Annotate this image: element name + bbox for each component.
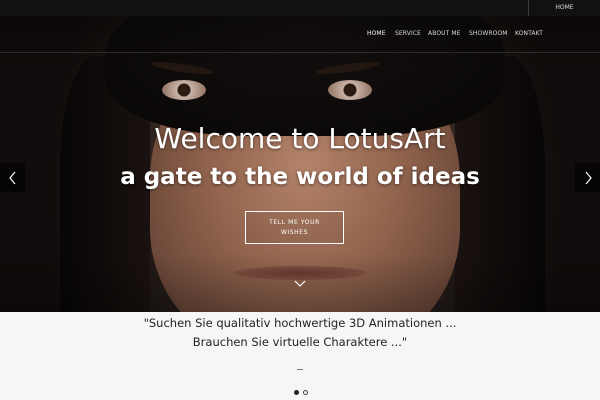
nav-item-home[interactable]: HOME bbox=[367, 30, 386, 37]
nav-item-showroom[interactable]: SHOWROOM bbox=[469, 30, 508, 37]
topbar-home-link[interactable]: HOME bbox=[528, 0, 600, 16]
testimonial-quote-line-1: "Suchen Sie qualitativ hochwertige 3D An… bbox=[143, 316, 457, 330]
hero-subtitle: a gate to the world of ideas bbox=[120, 164, 480, 190]
pagination-dot-2[interactable] bbox=[303, 390, 308, 395]
hero-title: Welcome to LotusArt bbox=[154, 122, 446, 155]
slider-prev-button[interactable] bbox=[0, 163, 25, 192]
testimonial-quote-line-2: Brauchen Sie virtuelle Charaktere ..." bbox=[192, 335, 408, 349]
nav-item-about-me[interactable]: ABOUT ME bbox=[428, 30, 461, 37]
slider-pagination bbox=[293, 389, 313, 397]
pagination-dot-1[interactable] bbox=[294, 390, 299, 395]
tell-me-your-wishes-button[interactable]: TELL ME YOUR WISHES bbox=[245, 211, 344, 244]
top-bar: HOME bbox=[0, 0, 600, 16]
nav-item-kontakt[interactable]: KONTAKT bbox=[515, 30, 543, 37]
chevron-down-icon[interactable] bbox=[294, 274, 306, 287]
slider-next-button[interactable] bbox=[575, 163, 600, 192]
nav-item-service[interactable]: SERVICE bbox=[395, 30, 421, 37]
chevron-right-icon bbox=[585, 171, 592, 184]
main-nav: HOME SERVICE ABOUT ME SHOWROOM KONTAKT bbox=[0, 16, 600, 53]
quote-divider bbox=[297, 369, 303, 370]
chevron-left-icon bbox=[8, 171, 15, 184]
